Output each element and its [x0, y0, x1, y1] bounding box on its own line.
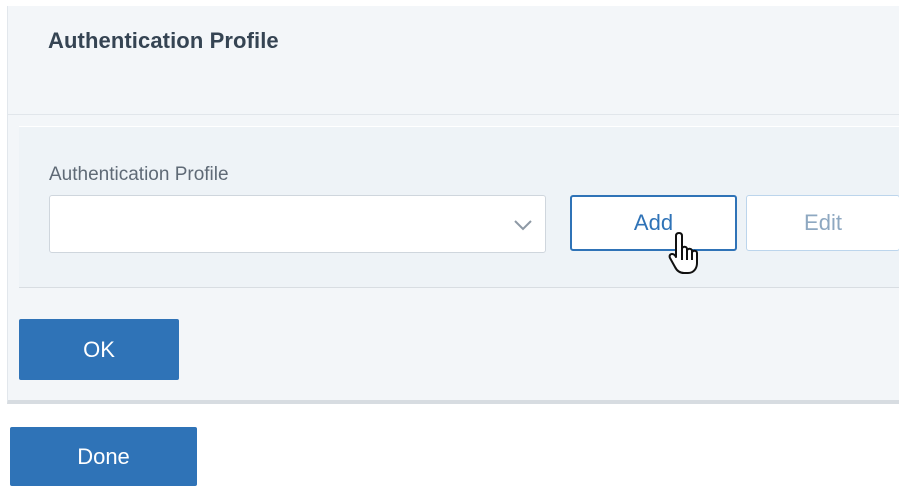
authentication-profile-page: Authentication Profile Authentication Pr…	[0, 0, 899, 486]
panel-title: Authentication Profile	[48, 28, 279, 53]
ok-button[interactable]: OK	[19, 319, 179, 380]
edit-button[interactable]: Edit	[746, 195, 899, 251]
authentication-profile-select[interactable]	[49, 195, 546, 253]
chevron-down-icon	[514, 220, 532, 231]
authentication-profile-form-section: Authentication Profile Add Edit	[19, 126, 899, 288]
authentication-profile-field-label: Authentication Profile	[49, 164, 229, 185]
authentication-profile-panel: Authentication Profile Authentication Pr…	[7, 6, 899, 404]
add-button[interactable]: Add	[570, 195, 737, 251]
panel-header: Authentication Profile	[8, 6, 899, 115]
done-button[interactable]: Done	[10, 427, 197, 486]
